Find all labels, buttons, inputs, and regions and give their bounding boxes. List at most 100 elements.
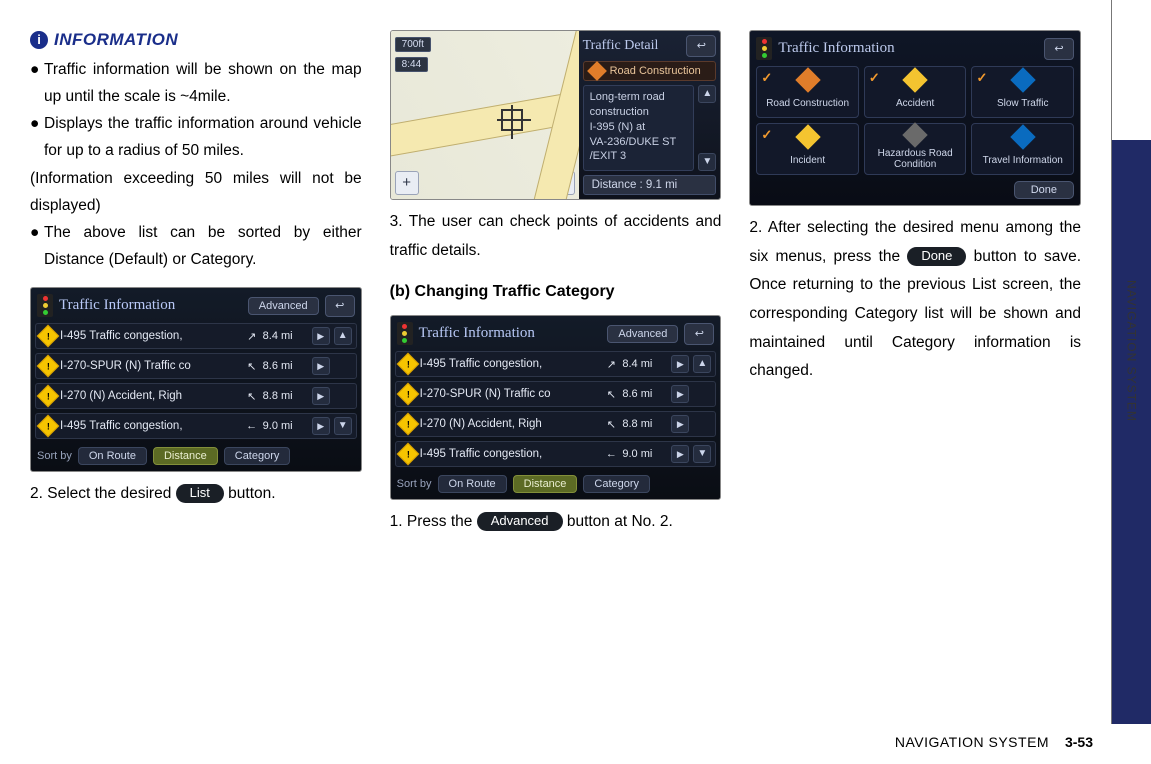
road-construction-banner: Road Construction [583,61,717,81]
traffic-row-expand[interactable]: ▶ [671,415,689,433]
sort-by-label: Sort by [397,478,432,490]
check-icon: ✓ [869,70,880,86]
traffic-row-direction-icon: ← [245,420,259,432]
traffic-row-label: I-495 Traffic congestion, [60,420,241,432]
category-diamond-icon [795,67,820,92]
traffic-row-distance: 9.0 mi [263,420,308,432]
zoom-in-button[interactable]: + [395,171,419,195]
side-tab-label: NAVIGATION SYSTEM [1125,280,1139,422]
category-diamond-icon [1010,124,1035,149]
category-label: Slow Traffic [997,93,1049,113]
done-button[interactable]: Done [1014,181,1074,199]
advanced-button[interactable]: Advanced [607,325,678,343]
sort-on-route[interactable]: On Route [78,447,147,465]
subheading-b: (b) Changing Traffic Category [390,283,722,301]
info-bullet-2: Displays the traffic information around … [44,110,362,164]
map-panel[interactable]: 700ft 8:44 + − [391,31,579,199]
traffic-list-row[interactable]: !I-495 Traffic congestion,↗8.4 mi▶▲ [395,351,717,377]
sort-category[interactable]: Category [224,447,291,465]
category-diamond-icon [902,122,927,147]
traffic-row-distance: 9.0 mi [622,448,667,460]
map-time-badge: 8:44 [395,57,428,72]
ti-title: Traffic Information [59,297,242,314]
category-tile[interactable]: ✓Incident [756,123,859,175]
traffic-row-icon: ! [37,385,60,408]
traffic-list-row[interactable]: !I-270 (N) Accident, Righ↖8.8 mi▶ [395,411,717,437]
category-tile[interactable]: Travel Information [971,123,1074,175]
back-button[interactable]: ↩ [1044,38,1074,60]
sort-category[interactable]: Category [583,475,650,493]
traffic-row-distance: 8.4 mi [263,330,308,342]
traffic-light-icon [756,37,772,60]
traffic-row-expand[interactable]: ▶ [312,327,330,345]
traffic-row-direction-icon: ← [604,448,618,460]
traffic-list-row[interactable]: !I-495 Traffic congestion,↗8.4 mi▶▲ [35,323,357,349]
traffic-row-icon: ! [396,353,419,376]
traffic-row-expand[interactable]: ▶ [671,385,689,403]
traffic-row-expand[interactable]: ▶ [312,357,330,375]
traffic-row-direction-icon: ↖ [604,418,618,431]
traffic-category-screenshot: Traffic Information ↩ ✓Road Construction… [749,30,1081,206]
sort-by-label: Sort by [37,450,72,462]
back-button[interactable]: ↩ [325,295,355,317]
traffic-row-expand[interactable]: ▶ [671,445,689,463]
info-bullet-1: Traffic information will be shown on the… [44,56,362,110]
category-tile[interactable]: ✓Road Construction [756,66,859,118]
traffic-list-row[interactable]: !I-495 Traffic congestion,←9.0 mi▶▼ [395,441,717,467]
traffic-info-list-screenshot-2: Traffic Information Advanced ↩ !I-495 Tr… [390,315,722,500]
done-button-inline[interactable]: Done [907,247,966,266]
traffic-list-row[interactable]: !I-270-SPUR (N) Traffic co↖8.6 mi▶ [35,353,357,379]
map-scale-badge: 700ft [395,37,431,52]
traffic-row-distance: 8.6 mi [622,388,667,400]
advanced-button-inline[interactable]: Advanced [477,512,563,531]
traffic-light-icon [37,294,53,317]
scroll-up-button[interactable]: ▲ [334,327,352,345]
traffic-row-distance: 8.8 mi [263,390,308,402]
scroll-down-button[interactable]: ▼ [693,445,711,463]
category-tile[interactable]: ✓Accident [864,66,967,118]
traffic-row-icon: ! [396,383,419,406]
col2-step3: 3. The user can check points of accident… [390,208,722,265]
traffic-list-row[interactable]: !I-495 Traffic congestion,←9.0 mi▶▼ [35,413,357,439]
traffic-detail-screenshot: 700ft 8:44 + − Traffic Detail ↩ Road Con… [390,30,722,200]
col3-step2: 2. After selecting the desired menu amon… [749,214,1081,386]
traffic-detail-body: Long-term road construction I-395 (N) at… [583,85,695,171]
traffic-row-distance: 8.6 mi [263,360,308,372]
traffic-detail-title: Traffic Detail [583,38,687,54]
category-diamond-icon [1010,67,1035,92]
traffic-list-row[interactable]: !I-270 (N) Accident, Righ↖8.8 mi▶ [35,383,357,409]
footer-page: 3-53 [1065,734,1093,750]
category-label: Hazardous Road Condition [865,148,966,170]
construction-icon [587,61,607,81]
traffic-row-expand[interactable]: ▶ [312,417,330,435]
back-button[interactable]: ↩ [684,323,714,345]
back-button[interactable]: ↩ [686,35,716,57]
zoom-out-button[interactable]: − [551,171,575,195]
traffic-row-direction-icon: ↖ [604,388,618,401]
sort-on-route[interactable]: On Route [438,475,507,493]
traffic-list-row[interactable]: !I-270-SPUR (N) Traffic co↖8.6 mi▶ [395,381,717,407]
check-icon: ✓ [976,70,987,86]
traffic-row-expand[interactable]: ▶ [312,387,330,405]
scroll-down-button[interactable]: ▼ [334,417,352,435]
info-icon: i [30,31,48,49]
traffic-row-expand[interactable]: ▶ [671,355,689,373]
scroll-down-button[interactable]: ▼ [698,153,716,171]
traffic-row-direction-icon: ↖ [245,360,259,373]
check-icon: ✓ [761,70,772,86]
category-tile[interactable]: Hazardous Road Condition [864,123,967,175]
traffic-row-distance: 8.8 mi [622,418,667,430]
traffic-row-label: I-495 Traffic congestion, [420,358,601,370]
scroll-up-button[interactable]: ▲ [698,85,716,103]
category-label: Travel Information [983,150,1063,170]
sort-distance[interactable]: Distance [513,475,578,493]
sort-distance[interactable]: Distance [153,447,218,465]
category-tile[interactable]: ✓ Slow Traffic [971,66,1074,118]
list-button[interactable]: List [176,484,224,503]
traffic-row-icon: ! [396,413,419,436]
page-footer: NAVIGATION SYSTEM 3-53 [895,734,1093,750]
ti-title: Traffic Information [419,325,602,342]
side-tab: NAVIGATION SYSTEM [1111,0,1151,724]
advanced-button[interactable]: Advanced [248,297,319,315]
scroll-up-button[interactable]: ▲ [693,355,711,373]
